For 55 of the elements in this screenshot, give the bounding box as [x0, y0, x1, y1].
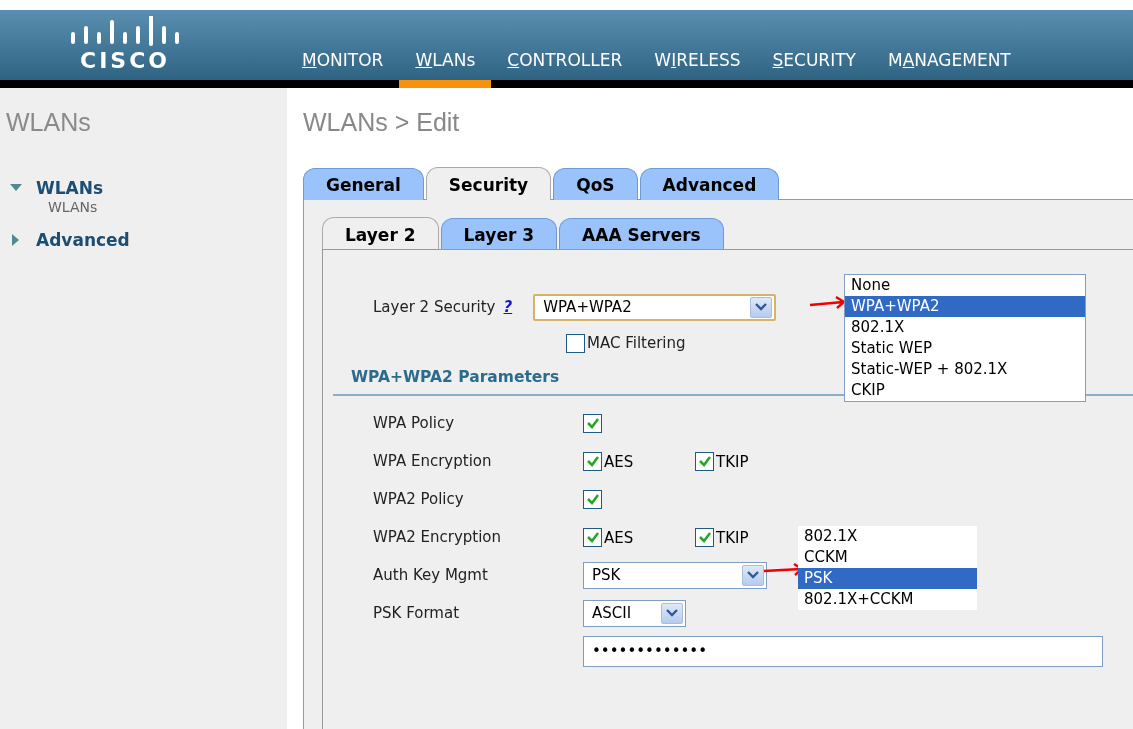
sidebar-title: WLANs: [5, 107, 92, 137]
field-label: WPA Policy: [373, 414, 455, 432]
nav-tab[interactable]: MONITOR: [286, 50, 400, 88]
dropdown-option[interactable]: None: [845, 275, 1085, 296]
dropdown-option[interactable]: PSK: [798, 567, 977, 589]
tab[interactable]: Layer 3: [440, 218, 558, 250]
tab[interactable]: QoS: [553, 168, 638, 200]
nav-tab[interactable]: MANAGEMENT: [871, 50, 1027, 88]
security-select[interactable]: WPA+WPA2: [533, 293, 777, 321]
checkbox[interactable]: [566, 333, 585, 353]
field-label: WPA2 Policy: [373, 490, 464, 508]
checkbox-label: AES: [604, 452, 634, 471]
logo-bars-icon: [69, 16, 181, 46]
page-title: WLANs > Edit: [303, 107, 461, 138]
checkbox[interactable]: [583, 413, 602, 433]
help-link[interactable]: ?: [503, 298, 513, 316]
checkbox[interactable]: [583, 489, 602, 509]
checkbox[interactable]: [583, 451, 602, 471]
select-field[interactable]: PSK: [583, 561, 767, 589]
dropdown-option[interactable]: Static-WEP + 802.1X: [845, 359, 1085, 380]
dropdown-option[interactable]: 802.1X+CCKM: [798, 588, 977, 610]
checkbox-label: TKIP: [716, 528, 749, 547]
field-label: WPA2 Encryption: [373, 528, 502, 546]
dropdown-option[interactable]: 802.1X: [798, 525, 977, 547]
tab[interactable]: Security: [425, 167, 552, 200]
field-label: Layer 2 Security: [373, 298, 496, 316]
checkbox-label: TKIP: [716, 452, 749, 471]
tab[interactable]: Advanced: [639, 168, 780, 200]
nav-tab[interactable]: CONTROLLER: [491, 50, 639, 88]
password-field[interactable]: •••••••••••••: [583, 635, 1103, 667]
nav-tab[interactable]: WLANs: [399, 50, 492, 88]
checkbox-label: MAC Filtering: [587, 334, 686, 352]
dropdown-option[interactable]: CKIP: [845, 380, 1085, 401]
sidebar-item[interactable]: WLANs: [36, 178, 104, 198]
tab[interactable]: AAA Servers: [559, 218, 724, 250]
dropdown-option[interactable]: 802.1X: [845, 317, 1085, 338]
logo-text: CISCO: [80, 48, 170, 74]
dropdown-option[interactable]: Static WEP: [845, 338, 1085, 359]
nav-tab[interactable]: SECURITY: [756, 50, 872, 88]
tab[interactable]: General: [303, 168, 424, 200]
checkbox[interactable]: [583, 527, 602, 547]
tab[interactable]: Layer 2: [322, 217, 439, 250]
field-label: Auth Key Mgmt: [373, 566, 488, 584]
checkbox[interactable]: [695, 527, 714, 547]
arrow-icon: [809, 296, 847, 310]
nav-tab[interactable]: WIRELESS: [638, 50, 757, 88]
dropdown-option[interactable]: WPA+WPA2: [845, 296, 1085, 317]
checkbox-label: AES: [604, 528, 634, 547]
dropdown-option[interactable]: CCKM: [798, 546, 977, 568]
sidebar-item[interactable]: Advanced: [36, 230, 130, 250]
select-field[interactable]: ASCII: [583, 599, 686, 627]
field-label: PSK Format: [373, 604, 460, 622]
checkbox[interactable]: [695, 451, 714, 471]
field-label: WPA Encryption: [373, 452, 492, 470]
sidebar-subitem[interactable]: WLANs: [10, 199, 287, 215]
